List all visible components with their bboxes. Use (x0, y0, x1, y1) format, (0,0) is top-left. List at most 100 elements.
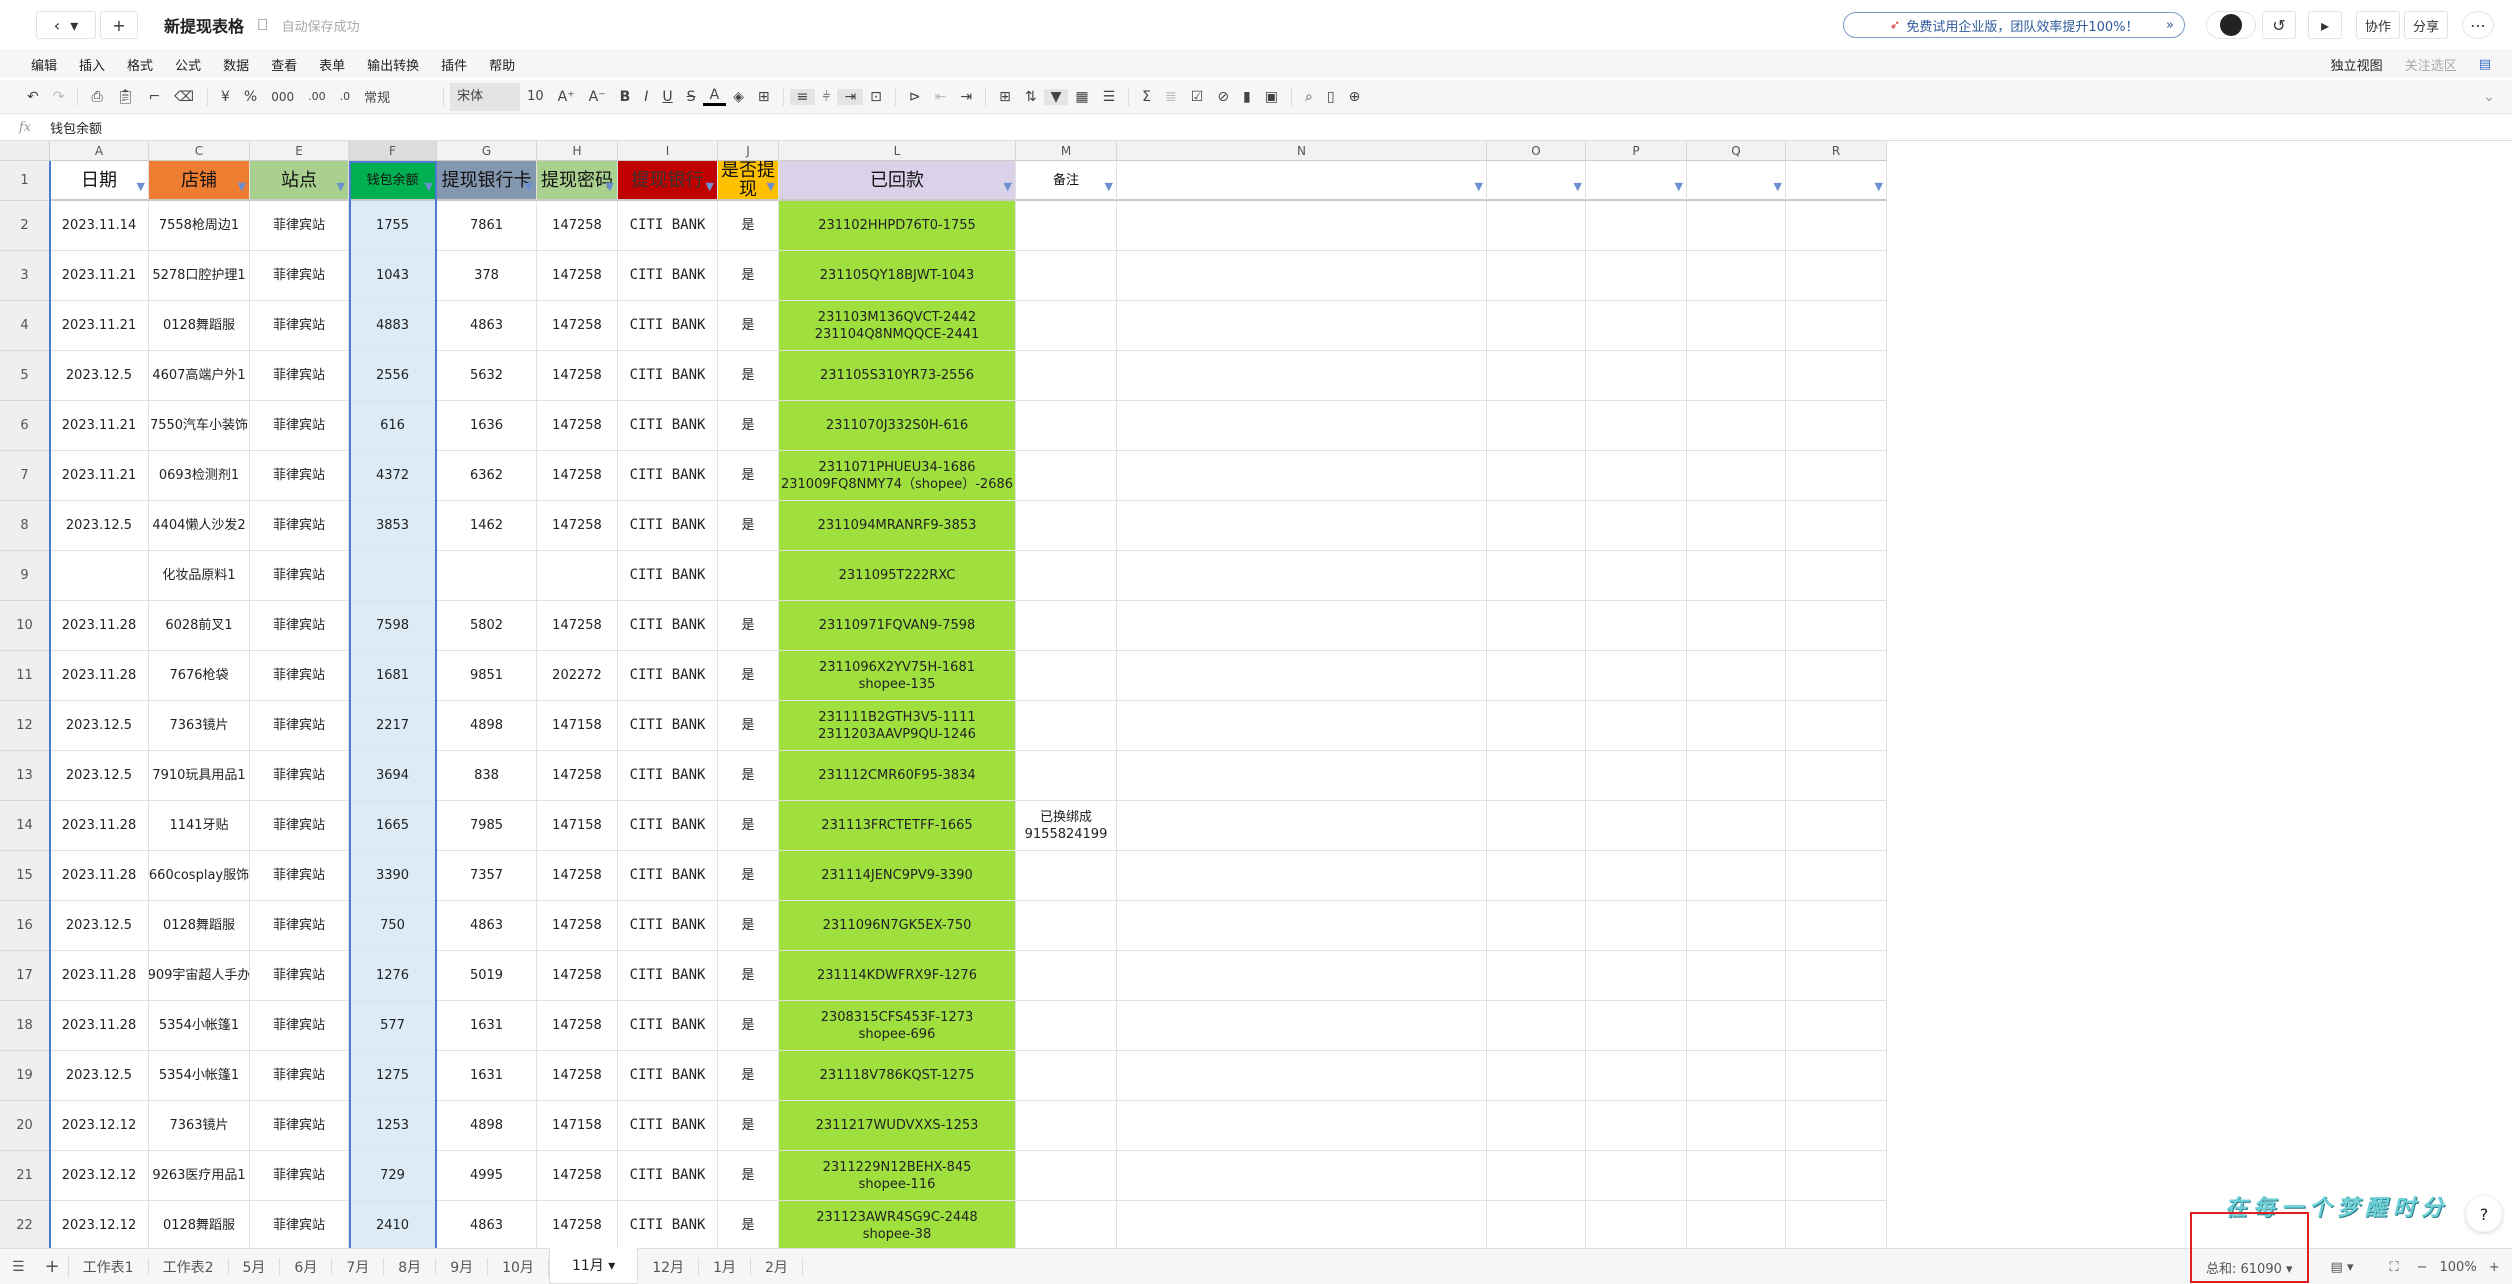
filter-icon[interactable]: ▼ (1574, 177, 1582, 196)
help-button[interactable]: ? (2466, 1196, 2502, 1232)
table-cell[interactable]: 是 (718, 1051, 779, 1101)
table-cell[interactable] (1786, 851, 1887, 901)
table-cell[interactable]: 是 (718, 251, 779, 301)
table-cell[interactable]: 2023.11.28 (50, 601, 149, 651)
table-cell[interactable]: 菲律宾站 (250, 401, 349, 451)
table-cell[interactable]: 0128舞蹈服 (149, 301, 250, 351)
table-cell[interactable]: 2311095T222RXC (779, 551, 1016, 601)
table-cell[interactable]: 4909宇宙超人手办1 (149, 951, 250, 1001)
font-size-select[interactable]: 10 (520, 89, 551, 104)
column-header[interactable]: E (250, 141, 349, 161)
table-cell[interactable]: 5354小帐篷1 (149, 1051, 250, 1101)
table-cell[interactable]: 菲律宾站 (250, 1001, 349, 1051)
table-cell[interactable]: 菲律宾站 (250, 1051, 349, 1101)
table-cell[interactable] (1687, 451, 1786, 501)
table-cell[interactable]: 2308315CFS453F-1273 shopee-696 (779, 1001, 1016, 1051)
table-cell[interactable] (1586, 351, 1687, 401)
table-cell[interactable] (1487, 501, 1586, 551)
thousands-button[interactable]: 000 (264, 90, 301, 104)
table-cell[interactable]: 是 (718, 1001, 779, 1051)
table-cell[interactable]: 2311229N12BEHX-845 shopee-116 (779, 1151, 1016, 1201)
sheet-tab[interactable]: 8月 (384, 1257, 437, 1276)
filter-icon[interactable]: ▼ (337, 177, 345, 196)
table-cell[interactable] (1487, 851, 1586, 901)
table-cell[interactable]: 2311096N7GK5EX-750 (779, 901, 1016, 951)
focus-selection[interactable]: 关注选区 (2394, 55, 2468, 74)
increase-font-icon[interactable]: A⁺ (551, 89, 582, 105)
table-cell[interactable] (1487, 451, 1586, 501)
table-cell[interactable]: CITI BANK (618, 251, 718, 301)
row-header[interactable]: 18 (0, 1001, 50, 1051)
table-cell[interactable]: 是 (718, 751, 779, 801)
table-cell[interactable]: 是 (718, 701, 779, 751)
table-cell[interactable]: 147258 (537, 301, 618, 351)
table-cell[interactable]: 9263医疗用品1 (149, 1151, 250, 1201)
column-header[interactable]: G (437, 141, 537, 161)
sheet-tab[interactable]: 工作表1 (69, 1257, 149, 1276)
table-cell[interactable]: 7550汽车小装饰 (149, 401, 250, 451)
percent-button[interactable]: % (237, 89, 264, 105)
menu-data[interactable]: 数据 (212, 55, 260, 74)
table-cell[interactable]: 2023.11.28 (50, 851, 149, 901)
table-cell[interactable] (1487, 1051, 1586, 1101)
back-button[interactable]: ‹ ▾ (36, 11, 96, 39)
table-cell[interactable]: 是 (718, 951, 779, 1001)
table-cell[interactable] (1786, 1201, 1887, 1251)
table-cell[interactable] (1786, 701, 1887, 751)
table-cell[interactable]: 2023.12.5 (50, 501, 149, 551)
table-cell[interactable]: 是 (718, 351, 779, 401)
table-cell[interactable] (1016, 551, 1117, 601)
table-cell[interactable]: 378 (437, 251, 537, 301)
table-cell[interactable] (1687, 501, 1786, 551)
table-cell[interactable]: 2660cosplay服饰1 (149, 851, 250, 901)
header-cell[interactable]: 是否提 现 ▼ (718, 161, 779, 201)
table-cell[interactable] (1586, 701, 1687, 751)
table-cell[interactable]: 5278口腔护理1 (149, 251, 250, 301)
table-cell[interactable] (1117, 351, 1487, 401)
table-cell[interactable]: 是 (718, 401, 779, 451)
menu-formula[interactable]: 公式 (164, 55, 212, 74)
table-cell[interactable]: CITI BANK (618, 401, 718, 451)
table-cell[interactable] (1586, 651, 1687, 701)
header-cell[interactable]: 提现密码 ▼ (537, 161, 618, 201)
table-cell[interactable]: 是 (718, 901, 779, 951)
table-cell[interactable]: 5354小帐篷1 (149, 1001, 250, 1051)
table-cell[interactable]: 147258 (537, 751, 618, 801)
save-icon[interactable]: ▯ (1320, 89, 1342, 105)
table-cell[interactable]: 1043 (349, 251, 437, 301)
table-cell[interactable]: 5019 (437, 951, 537, 1001)
filter-icon[interactable]: ▼ (1004, 177, 1012, 196)
sheet-tab[interactable]: 6月 (280, 1257, 333, 1276)
table-cell[interactable]: CITI BANK (618, 351, 718, 401)
table-cell[interactable]: CITI BANK (618, 901, 718, 951)
table-cell[interactable] (1016, 251, 1117, 301)
table-cell[interactable]: 231103M136QVCT-2442 231104Q8NMQQCE-2441 (779, 301, 1016, 351)
number-format-select[interactable]: 常规 (357, 87, 437, 106)
row-header[interactable]: 5 (0, 351, 50, 401)
table-cell[interactable]: 7363镜片 (149, 1101, 250, 1151)
table-cell[interactable] (1117, 201, 1487, 251)
table-cell[interactable]: 4863 (437, 301, 537, 351)
table-cell[interactable] (1016, 351, 1117, 401)
bold-icon[interactable]: B (613, 89, 638, 105)
table-cell[interactable] (1117, 751, 1487, 801)
table-cell[interactable] (1117, 1051, 1487, 1101)
row-header[interactable]: 7 (0, 451, 50, 501)
table-cell[interactable] (1487, 901, 1586, 951)
sheet-tab[interactable]: 1月 (699, 1257, 751, 1276)
table-cell[interactable]: 4372 (349, 451, 437, 501)
row-header[interactable]: 14 (0, 801, 50, 851)
row-header[interactable]: 4 (0, 301, 50, 351)
table-cell[interactable] (1117, 1151, 1487, 1201)
filter-icon[interactable]: ▼ (1105, 177, 1113, 196)
font-select[interactable]: 宋体 (450, 82, 521, 111)
table-cell[interactable] (1487, 201, 1586, 251)
table-cell[interactable] (1786, 1101, 1887, 1151)
filter-icon[interactable]: ▼ (1875, 177, 1883, 196)
sum-readout[interactable]: 总和: 61090 ▾ (2190, 1211, 2309, 1283)
table-cell[interactable]: 是 (718, 851, 779, 901)
table-cell[interactable] (1786, 201, 1887, 251)
decrease-decimal-icon[interactable]: .0 (333, 90, 358, 103)
table-cell[interactable] (1586, 951, 1687, 1001)
table-cell[interactable] (1786, 551, 1887, 601)
